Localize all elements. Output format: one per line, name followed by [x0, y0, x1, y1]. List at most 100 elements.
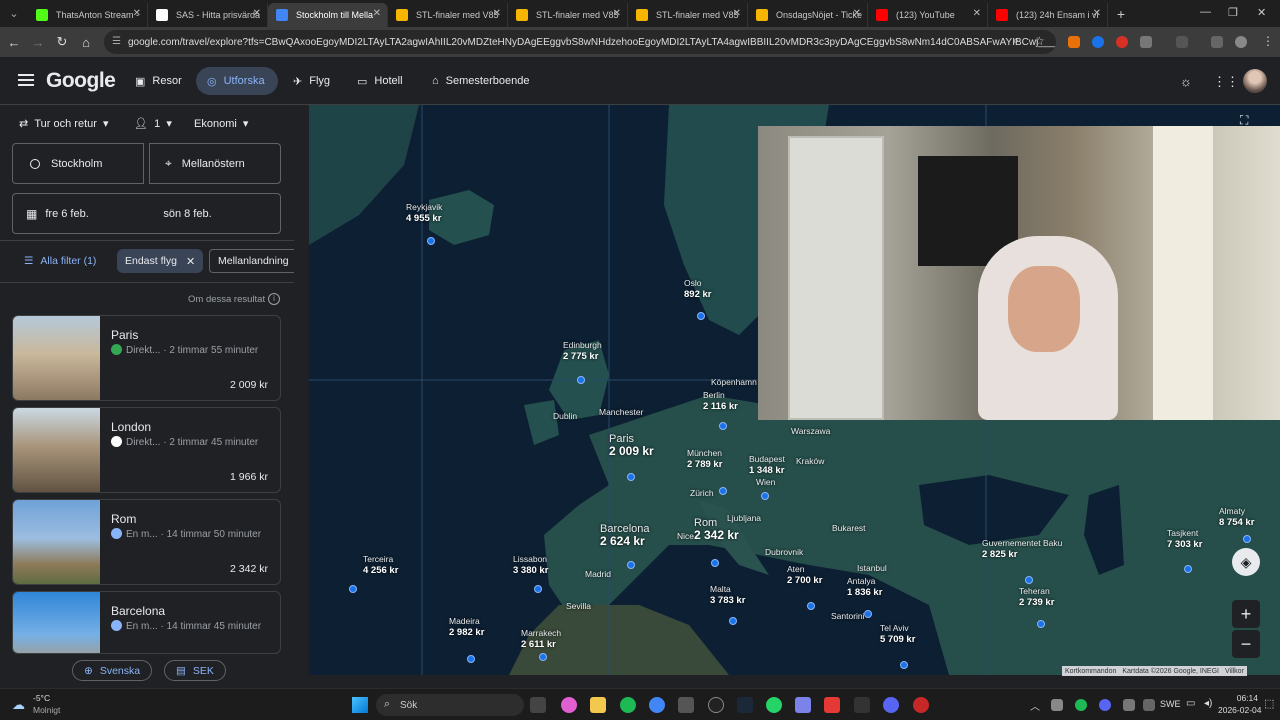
- all-filters-button[interactable]: ☰ Alla filter (1): [16, 249, 104, 273]
- close-icon[interactable]: ✕: [186, 255, 195, 268]
- map-airport-pin[interactable]: [627, 473, 635, 481]
- map-destination-label[interactable]: Barcelona 2 624 kr: [600, 523, 650, 547]
- destination-field[interactable]: ⌖ Mellanöstern: [149, 143, 281, 184]
- map-destination-label[interactable]: Malta 3 783 kr: [710, 583, 745, 607]
- teams-icon[interactable]: [795, 697, 811, 713]
- windows-start-icon[interactable]: [352, 697, 368, 713]
- info-icon[interactable]: i: [268, 293, 280, 305]
- map-destination-label[interactable]: Marrakech 2 611 kr: [521, 627, 561, 651]
- tray-app-icon[interactable]: [1123, 699, 1135, 711]
- network-icon[interactable]: ▭: [1186, 698, 1195, 709]
- map-destination-label[interactable]: Guvernementet Baku 2 825 kr: [982, 537, 1062, 561]
- map-destination-label[interactable]: Madeira 2 982 kr: [449, 615, 484, 639]
- whatsapp-icon[interactable]: [766, 697, 782, 713]
- result-card[interactable]: Paris Direkt... · 2 timmar 55 minuter 2 00…: [12, 315, 281, 401]
- minimize-icon[interactable]: —: [1200, 6, 1211, 18]
- currency-button[interactable]: ▤ SEK: [164, 660, 226, 681]
- map-airport-pin[interactable]: [1184, 565, 1192, 573]
- volume-icon[interactable]: ◂): [1204, 698, 1212, 709]
- map-destination-label[interactable]: Paris 2 009 kr: [609, 433, 654, 457]
- fullscreen-icon[interactable]: ⛶: [1240, 113, 1248, 128]
- map-airport-pin[interactable]: [1037, 620, 1045, 628]
- extension-wifi-icon[interactable]: [1092, 36, 1104, 48]
- map-airport-pin[interactable]: [539, 653, 547, 661]
- tray-chevron-icon[interactable]: ︿: [1030, 698, 1040, 713]
- map-destination-label[interactable]: Budapest 1 348 kr: [749, 453, 785, 477]
- browser-tab[interactable]: (123) YouTube ✕: [868, 3, 988, 27]
- map-airport-pin[interactable]: [711, 559, 719, 567]
- url-bar[interactable]: ☰ google.com/travel/explore?tfs=CBwQAxoo…: [104, 30, 1056, 54]
- weather-temp[interactable]: -5°C: [33, 693, 50, 703]
- map-airport-pin[interactable]: [864, 610, 872, 618]
- tab-search-icon[interactable]: ⌄: [0, 0, 28, 27]
- maximize-icon[interactable]: ❐: [1228, 6, 1238, 19]
- browser-tab[interactable]: STL-finaler med V85 ✕: [508, 3, 628, 27]
- browser-tab[interactable]: OnsdagsNöjet - Ticke ✕: [748, 3, 868, 27]
- map-airport-pin[interactable]: [697, 312, 705, 320]
- extensions-puzzle-icon[interactable]: [1140, 36, 1152, 48]
- back-icon[interactable]: ←: [2, 35, 26, 50]
- nav-resor[interactable]: ▣ Resor: [124, 67, 195, 95]
- browser-tab[interactable]: Stockholm till Mella ✕: [268, 3, 388, 27]
- map-airport-pin[interactable]: [719, 422, 727, 430]
- trip-type-select[interactable]: ⇄ Tur och retur ▾: [19, 117, 109, 130]
- map-destination-label[interactable]: Terceira 4 256 kr: [363, 553, 398, 577]
- weather-text[interactable]: Molnigt: [33, 705, 60, 715]
- extension-fox-icon[interactable]: [1068, 36, 1080, 48]
- zoom-in-button[interactable]: +: [1232, 600, 1260, 628]
- cast-icon[interactable]: [1176, 36, 1188, 48]
- map-airport-pin[interactable]: [719, 487, 727, 495]
- map-destination-label[interactable]: Teheran 2 739 kr: [1019, 585, 1054, 609]
- copilot-icon[interactable]: [561, 697, 577, 713]
- close-tab-icon[interactable]: ✕: [1093, 8, 1101, 19]
- map-destination-label[interactable]: Reykjavik 4 955 kr: [406, 201, 442, 225]
- terms-link[interactable]: Villkor: [1225, 668, 1244, 675]
- nav-semesterboende[interactable]: ⌂ Semesterboende: [421, 67, 542, 95]
- discord-icon[interactable]: [883, 697, 899, 713]
- avatar[interactable]: [1243, 69, 1267, 93]
- theme-toggle-icon[interactable]: ☼: [1180, 74, 1192, 89]
- bookmark-star-icon[interactable]: ☆: [1034, 34, 1045, 48]
- map-destination-label[interactable]: Aten 2 700 kr: [787, 563, 822, 587]
- about-results-link[interactable]: Om dessa resultat: [188, 294, 265, 305]
- tray-discord-icon[interactable]: [1099, 699, 1111, 711]
- map-airport-pin[interactable]: [761, 492, 769, 500]
- close-tab-icon[interactable]: ✕: [493, 8, 501, 19]
- notifications-icon[interactable]: ⬚: [1264, 697, 1274, 710]
- browser-tab[interactable]: (123) 24h Ensam i vi ✕: [988, 3, 1108, 27]
- map-airport-pin[interactable]: [729, 617, 737, 625]
- result-card[interactable]: London Direkt... · 2 timmar 45 minuter 1 9…: [12, 407, 281, 493]
- language-button[interactable]: ⊕ Svenska: [72, 660, 153, 681]
- recenter-icon[interactable]: ◈: [1232, 548, 1260, 576]
- close-tab-icon[interactable]: ✕: [613, 8, 621, 19]
- nav-flyg[interactable]: ✈ Flyg: [282, 67, 343, 95]
- map-destination-label[interactable]: München 2 789 kr: [687, 447, 722, 471]
- app-icon[interactable]: [678, 697, 694, 713]
- map-destination-label[interactable]: Almaty 8 754 kr: [1219, 505, 1254, 529]
- map-destination-label[interactable]: Tasjkent 7 303 kr: [1167, 527, 1202, 551]
- map-airport-pin[interactable]: [349, 585, 357, 593]
- taskbar-search[interactable]: ⌕ Sök: [376, 694, 524, 716]
- map-airport-pin[interactable]: [1025, 576, 1033, 584]
- map-airport-pin[interactable]: [627, 561, 635, 569]
- date-field[interactable]: ▦ fre 6 feb. sön 8 feb.: [12, 193, 281, 234]
- cabin-select[interactable]: Ekonomi ▾: [194, 117, 248, 130]
- result-card[interactable]: Rom En m... · 14 timmar 50 minuter 2 342 k…: [12, 499, 281, 585]
- tray-spotify-icon[interactable]: [1075, 699, 1087, 711]
- close-tab-icon[interactable]: ✕: [373, 8, 381, 19]
- return-date[interactable]: sön 8 feb.: [163, 208, 211, 220]
- apps-grid-icon[interactable]: ⋮⋮: [1213, 74, 1239, 90]
- map-airport-pin[interactable]: [534, 585, 542, 593]
- close-tab-icon[interactable]: ✕: [853, 8, 861, 19]
- map-destination-label[interactable]: Lissabon 3 380 kr: [513, 553, 548, 577]
- map-destination-label[interactable]: Berlin 2 116 kr: [703, 389, 738, 413]
- active-filter-chip[interactable]: Endast flyg ✕: [117, 249, 204, 273]
- close-tab-icon[interactable]: ✕: [253, 8, 261, 19]
- map-destination-label[interactable]: Antalya 1 836 kr: [847, 575, 882, 599]
- extension-block-icon[interactable]: [1116, 36, 1128, 48]
- map-airport-pin[interactable]: [427, 237, 435, 245]
- zoom-out-button[interactable]: −: [1232, 630, 1260, 658]
- map-airport-pin[interactable]: [467, 655, 475, 663]
- clock-time[interactable]: 06:14: [1220, 693, 1258, 703]
- more-menu-icon[interactable]: ⋮: [1262, 34, 1274, 48]
